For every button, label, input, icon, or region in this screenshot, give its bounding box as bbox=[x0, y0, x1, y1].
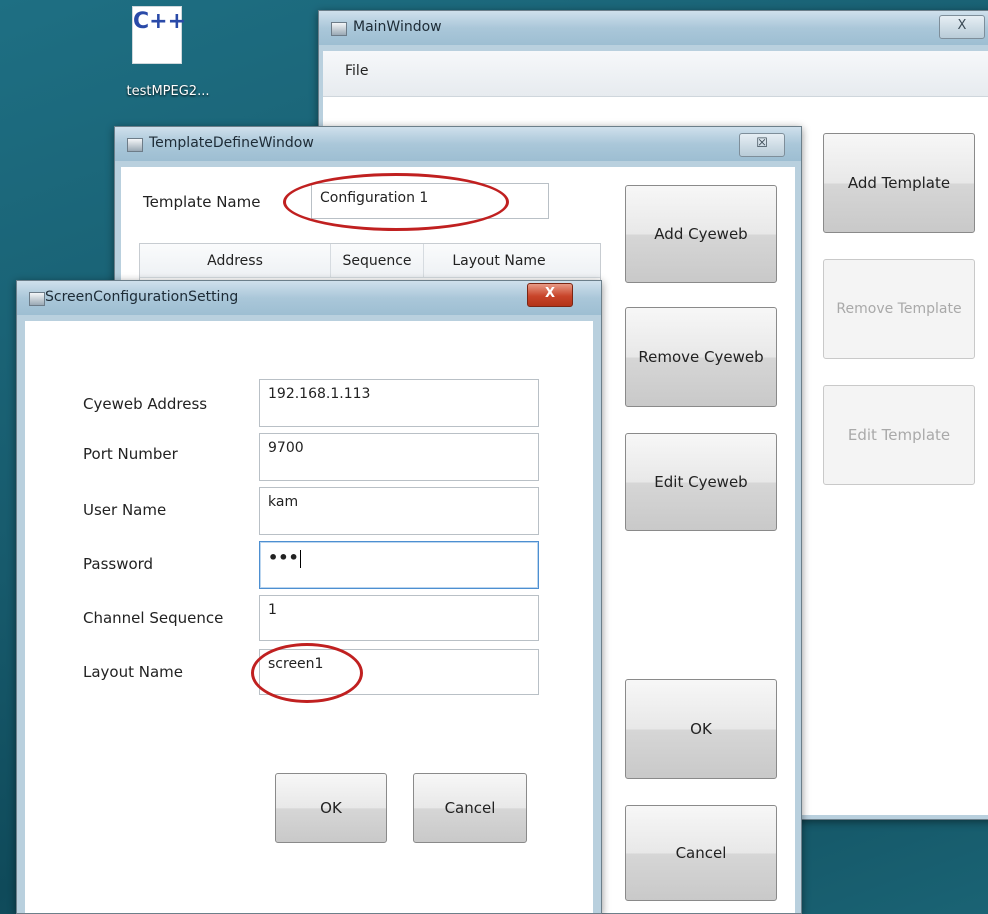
screen-dialog-titlebar[interactable]: ScreenConfigurationSetting X bbox=[17, 281, 601, 315]
user-name-input[interactable]: kam bbox=[259, 487, 539, 535]
table-header: Address Sequence Layout Name bbox=[140, 244, 600, 278]
main-window-title: MainWindow bbox=[353, 19, 442, 35]
channel-sequence-input[interactable]: 1 bbox=[259, 595, 539, 641]
main-window-close-button[interactable]: X bbox=[939, 15, 985, 39]
cyeweb-address-label: Cyeweb Address bbox=[83, 395, 208, 413]
add-cyeweb-button[interactable]: Add Cyeweb bbox=[625, 185, 777, 283]
edit-cyeweb-button[interactable]: Edit Cyeweb bbox=[625, 433, 777, 531]
dialog-cancel-button[interactable]: Cancel bbox=[413, 773, 527, 843]
add-template-button[interactable]: Add Template bbox=[823, 133, 975, 233]
layout-name-label: Layout Name bbox=[83, 663, 184, 681]
main-window-titlebar[interactable]: MainWindow X bbox=[319, 11, 988, 45]
template-name-label: Template Name bbox=[143, 193, 261, 211]
screen-configuration-dialog: ScreenConfigurationSetting X Cyeweb Addr… bbox=[16, 280, 602, 914]
port-number-label: Port Number bbox=[83, 445, 178, 463]
cyeweb-address-input[interactable]: 192.168.1.113 bbox=[259, 379, 539, 427]
window-icon bbox=[29, 292, 45, 306]
window-icon bbox=[127, 138, 143, 152]
menu-bar: File bbox=[323, 51, 988, 97]
template-window-close-button[interactable]: ☒ bbox=[739, 133, 785, 157]
dialog-ok-button[interactable]: OK bbox=[275, 773, 387, 843]
menu-file[interactable]: File bbox=[345, 63, 368, 79]
remove-cyeweb-button[interactable]: Remove Cyeweb bbox=[625, 307, 777, 407]
screen-dialog-title: ScreenConfigurationSetting bbox=[45, 289, 239, 305]
column-header-sequence[interactable]: Sequence bbox=[331, 244, 424, 277]
desktop-file-icon[interactable]: C++ testMPEG2... bbox=[118, 6, 218, 106]
desktop-icon-label: testMPEG2... bbox=[126, 84, 210, 99]
screen-dialog-close-button[interactable]: X bbox=[527, 283, 573, 307]
template-window-titlebar[interactable]: TemplateDefineWindow ☒ bbox=[115, 127, 801, 161]
remove-template-button[interactable]: Remove Template bbox=[823, 259, 975, 359]
column-header-layout-name[interactable]: Layout Name bbox=[424, 244, 574, 277]
cpp-file-icon: C++ bbox=[132, 6, 186, 64]
window-icon bbox=[331, 22, 347, 36]
screen-dialog-client: Cyeweb Address 192.168.1.113 Port Number… bbox=[25, 321, 593, 913]
password-input[interactable]: ••• bbox=[259, 541, 539, 589]
template-window-title: TemplateDefineWindow bbox=[149, 135, 314, 151]
password-masked-value: ••• bbox=[268, 548, 299, 567]
cancel-button[interactable]: Cancel bbox=[625, 805, 777, 901]
column-header-address[interactable]: Address bbox=[140, 244, 331, 277]
text-caret bbox=[299, 549, 301, 568]
edit-template-button[interactable]: Edit Template bbox=[823, 385, 975, 485]
password-label: Password bbox=[83, 555, 154, 573]
ok-button[interactable]: OK bbox=[625, 679, 777, 779]
template-name-highlight bbox=[283, 173, 509, 231]
channel-sequence-label: Channel Sequence bbox=[83, 609, 224, 627]
port-number-input[interactable]: 9700 bbox=[259, 433, 539, 481]
layout-name-highlight bbox=[251, 643, 363, 703]
user-name-label: User Name bbox=[83, 501, 167, 519]
